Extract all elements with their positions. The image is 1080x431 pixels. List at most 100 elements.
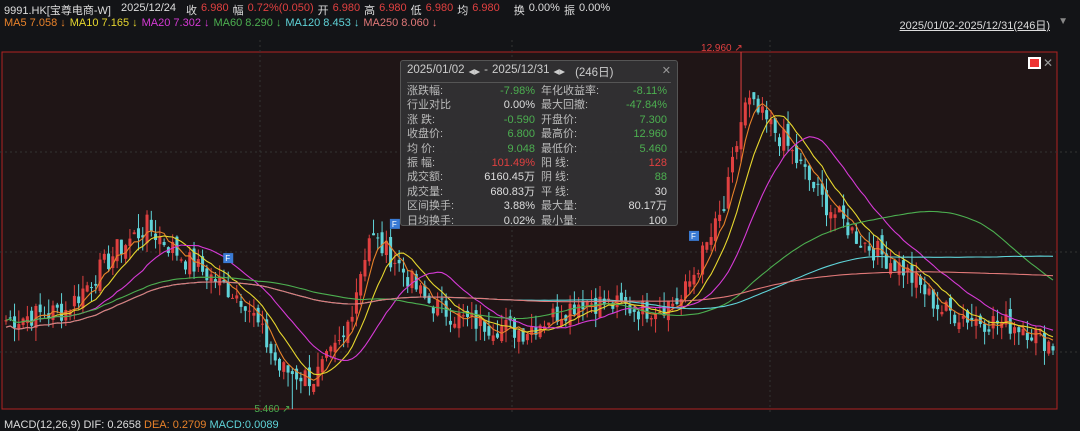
- candle-body: [619, 292, 623, 302]
- high-value: 6.980: [379, 2, 407, 14]
- close-range-icon[interactable]: ✕: [1043, 56, 1053, 70]
- candle-body: [850, 227, 854, 231]
- candle-body: [89, 287, 93, 289]
- candle-body: [55, 304, 59, 308]
- low-value: 6.980: [425, 2, 454, 14]
- stat-label: 成交量:: [407, 185, 444, 198]
- candle-body: [333, 342, 337, 353]
- candle-body: [572, 304, 576, 315]
- candle-body: [504, 319, 508, 331]
- start-arrows-icon[interactable]: ◂▸: [469, 64, 481, 80]
- chg-value: 0.72%(0.050): [247, 2, 314, 14]
- candle-body: [726, 176, 730, 209]
- candle-body: [671, 303, 675, 307]
- stat-label: 阴 线:: [541, 171, 570, 184]
- candle-body: [282, 362, 286, 372]
- date: 2025/12/24: [120, 2, 177, 14]
- stat-label: 行业对比: [407, 99, 451, 112]
- restore-window-icon[interactable]: [1028, 57, 1041, 69]
- candle-body: [260, 323, 264, 325]
- candle-body: [290, 371, 294, 375]
- stat-label: 最大量:: [541, 200, 578, 213]
- date-range-selector[interactable]: 2025/01/02-2025/12/31(246日): [900, 17, 1050, 33]
- candle-body: [692, 274, 696, 285]
- candle-body: [380, 232, 384, 254]
- avg-value: 6.980: [472, 2, 500, 14]
- candle-body: [440, 298, 444, 300]
- candle-body: [77, 296, 81, 304]
- candle-body: [72, 295, 76, 307]
- candle-body: [867, 246, 871, 251]
- candle-body: [846, 222, 850, 236]
- candle-body: [256, 307, 260, 323]
- candle-body: [372, 233, 376, 236]
- candle-body: [230, 297, 234, 299]
- candle-body: [145, 214, 149, 244]
- stat-value: 5.460: [639, 142, 667, 155]
- stat-value: 100: [648, 214, 667, 227]
- stat-label: 区间换手:: [407, 200, 455, 213]
- candle-body: [910, 265, 914, 283]
- candle-body: [688, 281, 692, 287]
- stat-value: 12.960: [633, 128, 667, 141]
- candle-body: [487, 326, 491, 336]
- candle-body: [765, 110, 769, 120]
- dif-value: DIF: 0.2658: [83, 419, 141, 431]
- candle-body: [782, 129, 786, 151]
- candle-body: [337, 340, 341, 342]
- candle-body: [1021, 328, 1025, 336]
- candle-body: [654, 314, 658, 320]
- stat-value: 0.02%: [503, 214, 535, 227]
- macd-value: MACD:0.0089: [209, 419, 279, 431]
- flag-label: F: [691, 232, 696, 241]
- candle-body: [696, 273, 700, 275]
- flag-label: F: [225, 254, 230, 263]
- stats-grid: 涨跌幅: -7.98% 年化收益率: -8.11% 行业对比 0.00% 最大回撤: -47.…: [407, 85, 671, 228]
- candle-body: [132, 232, 136, 235]
- candle-body: [350, 316, 354, 322]
- stat-value: 9.048: [507, 142, 535, 155]
- candle-body: [803, 164, 807, 167]
- candle-body: [893, 260, 897, 271]
- candle-body: [85, 285, 89, 292]
- candle-body: [25, 316, 29, 323]
- candle-body: [312, 384, 316, 392]
- ma250-label: MA250 8.060 ↓: [363, 17, 438, 29]
- candle-body: [252, 312, 256, 316]
- end-date[interactable]: 2025/12/31: [492, 64, 550, 80]
- candle-body: [60, 303, 64, 321]
- amp-label: 振: [563, 5, 575, 17]
- chg-label: 幅: [232, 5, 244, 17]
- candle-body: [936, 304, 940, 310]
- candle-body: [953, 314, 957, 324]
- dropdown-arrow-icon[interactable]: ▼: [1058, 16, 1068, 27]
- stat-label: 最高价:: [541, 128, 578, 141]
- open-label: 开: [317, 5, 329, 17]
- candle-body: [149, 219, 153, 232]
- candle-body: [547, 322, 551, 326]
- candle-body: [393, 262, 397, 264]
- candle-body: [1051, 346, 1055, 351]
- candle-body: [303, 370, 307, 387]
- macd-legend: MACD(12,26,9) DIF: 0.2658 DEA: 0.2709 MA…: [4, 419, 279, 431]
- candle-body: [632, 309, 636, 312]
- start-date[interactable]: 2025/01/02: [407, 64, 465, 80]
- candle-body: [517, 330, 521, 342]
- ma5-label: MA5 7.058 ↓: [4, 17, 66, 29]
- candle-body: [286, 365, 290, 373]
- candle-body: [713, 218, 717, 241]
- candle-body: [299, 377, 303, 382]
- ma-legend: MA5 7.058 ↓ MA10 7.165 ↓ MA20 7.302 ↓ MA…: [4, 17, 441, 29]
- close-label: 收: [186, 5, 198, 17]
- candle-body: [927, 288, 931, 295]
- stat-value: 680.83万: [490, 185, 535, 198]
- close-icon[interactable]: ✕: [662, 64, 671, 77]
- stat-value: -47.84%: [626, 99, 667, 112]
- end-arrows-icon[interactable]: ◂▸: [554, 64, 566, 80]
- stat-value: 128: [648, 157, 667, 170]
- stat-value: -8.11%: [632, 85, 667, 97]
- candle-body: [748, 97, 752, 105]
- candle-body: [1017, 327, 1021, 333]
- amp-value: 0.00%: [578, 2, 611, 14]
- candle-body: [739, 122, 743, 150]
